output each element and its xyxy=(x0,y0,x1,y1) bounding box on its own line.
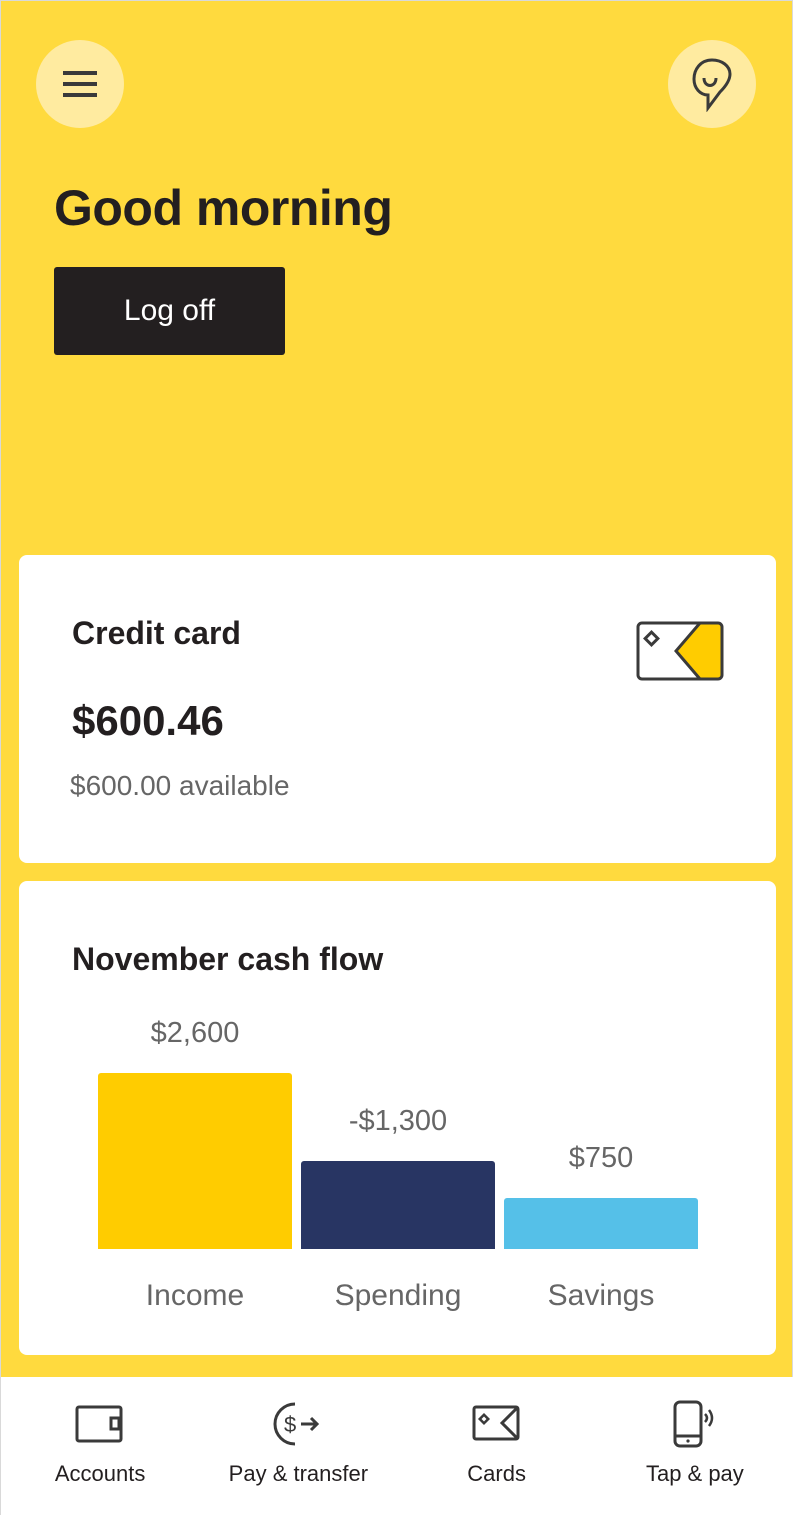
bar-category-label: Spending xyxy=(334,1279,462,1312)
nav-cards[interactable]: Cards xyxy=(398,1377,596,1515)
credit-card-available: $600.00 available xyxy=(70,770,290,801)
credit-card-title: Credit card xyxy=(72,615,241,651)
bar-category-label: Income xyxy=(145,1279,245,1312)
greeting-heading: Good morning xyxy=(54,180,393,236)
chat-assistant-button[interactable] xyxy=(668,40,756,128)
phone-tap-icon xyxy=(673,1400,714,1448)
bottom-navigation: Accounts $ Pay & transfer Cards Tap & pa… xyxy=(1,1377,793,1515)
menu-button[interactable] xyxy=(36,40,124,128)
bar-value-label: -$1,300 xyxy=(348,1105,448,1137)
bar-value-label: $750 xyxy=(568,1142,634,1175)
wallet-icon xyxy=(75,1405,123,1443)
bar-category-label: Savings xyxy=(547,1279,655,1312)
nav-tap-pay-label: Tap & pay xyxy=(645,1461,744,1486)
nav-cards-label: Cards xyxy=(467,1461,526,1486)
log-off-button[interactable]: Log off xyxy=(54,267,285,355)
cash-flow-title: November cash flow xyxy=(72,941,384,977)
credit-card-balance: $600.46 xyxy=(72,697,224,744)
bar-savings xyxy=(504,1198,698,1249)
hamburger-menu-icon xyxy=(63,71,97,97)
bar-value-label: $2,600 xyxy=(150,1017,240,1049)
bar-spending xyxy=(301,1161,495,1249)
card-icon xyxy=(472,1405,520,1441)
credit-card-icon xyxy=(636,621,724,681)
smiley-chat-bubble-icon xyxy=(692,58,732,112)
bar-income xyxy=(98,1073,292,1249)
svg-text:$: $ xyxy=(284,1412,296,1437)
credit-card-tile[interactable]: Credit card $600.46 $600.00 available xyxy=(19,555,776,863)
nav-pay-transfer[interactable]: $ Pay & transfer xyxy=(199,1377,397,1515)
dollar-transfer-icon: $ xyxy=(273,1402,320,1446)
cash-flow-tile[interactable]: November cash flow $2,600 Income -$1,300 Sp… xyxy=(19,881,776,1355)
nav-accounts[interactable]: Accounts xyxy=(1,1377,199,1515)
nav-tap-pay[interactable]: Tap & pay xyxy=(596,1377,793,1515)
nav-accounts-label: Accounts xyxy=(54,1461,146,1486)
nav-pay-transfer-label: Pay & transfer xyxy=(228,1461,369,1486)
